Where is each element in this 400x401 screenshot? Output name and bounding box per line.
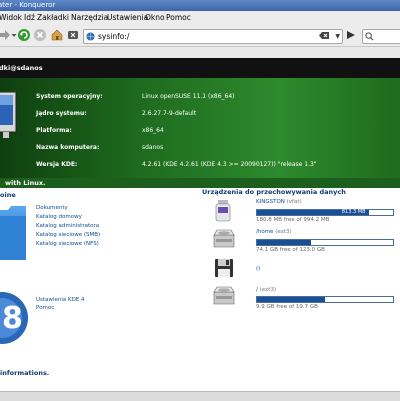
window-title-bar[interactable]: ater - Konqueror bbox=[0, 0, 400, 11]
hostname-label: Nazwa komputera: bbox=[36, 144, 100, 151]
kernel-label: Jądro systemu: bbox=[36, 110, 87, 117]
menu-bar: Widok Idź Zakładki Narzędzia Ustawienia … bbox=[0, 11, 400, 26]
clear-url-icon[interactable] bbox=[318, 30, 330, 41]
device-free-space: 74.1 GB free of 123.0 GB bbox=[256, 247, 325, 253]
kde-version-value: 4.2.61 (KDE 4.2.61 (KDE 4.3 >= 20090127)… bbox=[142, 161, 317, 168]
os-value: Linux openSUSE 11.1 (x86_64) bbox=[142, 93, 235, 100]
url-history-chevron-icon[interactable]: ▼ bbox=[335, 30, 340, 43]
hard-disk-icon[interactable] bbox=[213, 229, 235, 249]
device-usage-bar bbox=[256, 296, 394, 303]
platform-value: x86_64 bbox=[142, 127, 164, 134]
usage-fill: 813.3 MB bbox=[257, 209, 369, 215]
user-host: dki@sdanos bbox=[0, 64, 43, 72]
usb-drive-icon[interactable] bbox=[214, 200, 232, 222]
usage-label: 813.3 MB bbox=[341, 209, 366, 215]
location-field[interactable]: sysinfo:/ ▼ bbox=[83, 29, 343, 44]
link-help[interactable]: Pomoc bbox=[36, 305, 54, 311]
os-label: System operacyjny: bbox=[36, 93, 103, 100]
go-icon[interactable] bbox=[346, 30, 356, 40]
monitor-icon bbox=[0, 92, 17, 138]
usage-fill bbox=[257, 297, 325, 302]
link-kde-settings[interactable]: Ustawienia KDE 4 bbox=[36, 297, 85, 303]
location-url: sysinfo:/ bbox=[98, 32, 130, 41]
device-free-space: 180.8 MB free of 994.2 MB bbox=[256, 217, 330, 223]
svg-text:8: 8 bbox=[2, 301, 23, 336]
kde-version-label: Wersja KDE: bbox=[36, 161, 78, 168]
hard-disk-icon[interactable] bbox=[213, 286, 235, 306]
extra-toolbar bbox=[0, 47, 400, 58]
device-name[interactable]: /home (ext3) bbox=[256, 229, 292, 235]
user-header: dki@sdanos bbox=[0, 58, 400, 78]
home-icon[interactable] bbox=[50, 28, 64, 42]
menu-settings[interactable]: Ustawienia bbox=[107, 11, 148, 25]
footer: informations. bbox=[0, 366, 400, 391]
globe-icon bbox=[86, 32, 95, 41]
kernel-value: 2.6.27.7-9-default bbox=[142, 110, 197, 117]
menu-bookmarks[interactable]: Zakładki bbox=[37, 11, 69, 25]
link-admin-folder[interactable]: Katalog administratora bbox=[36, 223, 99, 229]
system-info-panel: System operacyjny: Linux openSUSE 11.1 (… bbox=[0, 78, 400, 178]
usage-fill bbox=[257, 240, 312, 245]
link-home-folder[interactable]: Katalog domowy bbox=[36, 214, 82, 220]
tagline-text: with Linux. bbox=[5, 179, 46, 187]
link-documents[interactable]: Dokumenty bbox=[36, 205, 68, 211]
sysinfo-page: dki@sdanos System operacyjny: Linux open… bbox=[0, 58, 400, 391]
menu-help[interactable]: Pomoc bbox=[166, 11, 191, 25]
device-free-space: 9.9 GB free of 19.7 GB bbox=[256, 304, 318, 310]
clear-location-icon[interactable] bbox=[66, 28, 80, 42]
hostname-value: sdanos bbox=[142, 144, 164, 151]
link-network-smb[interactable]: Katalog sieciowe (SMB) bbox=[36, 232, 100, 238]
footer-text: informations. bbox=[0, 369, 50, 377]
menu-window[interactable]: Okno bbox=[145, 11, 165, 25]
search-input[interactable] bbox=[362, 29, 400, 44]
device-name[interactable]: () bbox=[256, 266, 260, 272]
folder-icon[interactable] bbox=[0, 202, 26, 264]
devices-heading: Urządzenia do przechowywania danych bbox=[202, 188, 346, 196]
device-name[interactable]: / (ext3) bbox=[256, 287, 276, 293]
menu-tools[interactable]: Narzędzia bbox=[71, 11, 108, 25]
places-heading: oine bbox=[0, 191, 16, 199]
tagline-bar: with Linux. bbox=[0, 178, 400, 188]
device-usage-bar bbox=[256, 239, 394, 246]
stop-icon[interactable] bbox=[33, 28, 47, 42]
device-name[interactable]: KINGSTON (vfat) bbox=[256, 199, 302, 205]
menu-view[interactable]: Widok bbox=[0, 11, 22, 25]
link-network-nfs[interactable]: Katalog sieciowe (NFS) bbox=[36, 241, 99, 247]
window-title: ater - Konqueror bbox=[0, 1, 56, 9]
platform-label: Platforma: bbox=[36, 127, 72, 134]
kde-help-icon[interactable]: 8 bbox=[0, 288, 28, 348]
toolbar: sysinfo:/ ▼ bbox=[0, 25, 400, 47]
device-usage-bar: 813.3 MB bbox=[256, 209, 394, 216]
search-engine-icon[interactable] bbox=[365, 32, 374, 41]
floppy-disk-icon[interactable] bbox=[214, 258, 234, 278]
reload-icon[interactable] bbox=[17, 28, 31, 42]
menu-go[interactable]: Idź bbox=[24, 11, 35, 25]
